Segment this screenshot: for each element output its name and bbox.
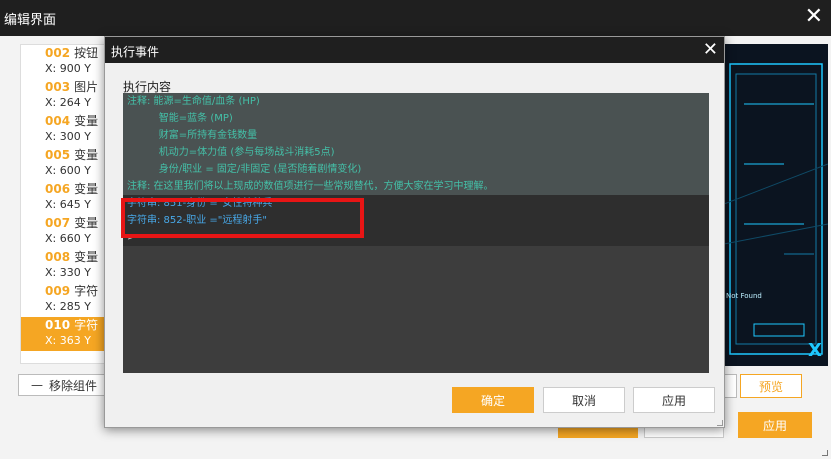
list-item[interactable]: 009 字符 X: 285 Y bbox=[21, 283, 115, 317]
code-line[interactable]: 智能=蓝条 (MP) bbox=[123, 110, 709, 127]
window-resize-grip[interactable] bbox=[822, 450, 828, 456]
dialog-title: 执行事件 bbox=[111, 45, 160, 59]
empty-line bbox=[123, 365, 709, 373]
empty-line bbox=[123, 331, 709, 348]
code-line[interactable]: 注释: 在这里我们将以上现成的数值项进行一些常规替代，方便大家在学习中理解。 bbox=[123, 178, 709, 195]
list-item-number: 008 bbox=[45, 250, 71, 264]
close-icon[interactable]: ✕ bbox=[805, 4, 823, 30]
list-item-name: 按钮 bbox=[74, 46, 99, 60]
list-item-name: 变量 bbox=[74, 182, 99, 196]
code-line[interactable]: 注释: 能源=生命值/血条 (HP) bbox=[123, 93, 709, 110]
list-item-name: 变量 bbox=[74, 114, 99, 128]
execute-event-dialog: 执行事件 ✕ 执行内容 注释: 能源=生命值/血条 (HP) 智能=蓝条 (MP… bbox=[104, 36, 725, 428]
preview-button[interactable]: 预览 bbox=[740, 374, 802, 398]
preview-x-logo: X bbox=[808, 340, 822, 361]
code-line[interactable]: 财富=所持有金钱数量 bbox=[123, 127, 709, 144]
minus-icon: — bbox=[31, 378, 43, 392]
list-item-number: 002 bbox=[45, 46, 71, 60]
list-item-number: 010 bbox=[45, 318, 71, 332]
list-item-number: 003 bbox=[45, 80, 71, 94]
list-item-number: 005 bbox=[45, 148, 71, 162]
close-icon[interactable]: ✕ bbox=[703, 39, 718, 61]
preview-notfound-text: Not Found bbox=[726, 292, 762, 300]
list-item-name: 字符 bbox=[74, 284, 99, 298]
list-item[interactable]: 007 变量 X: 660 Y bbox=[21, 215, 115, 249]
remove-component-button[interactable]: — 移除组件 bbox=[18, 374, 108, 396]
edit-window-titlebar: 编辑界面 ✕ bbox=[0, 0, 831, 36]
dialog-titlebar: 执行事件 ✕ bbox=[105, 37, 724, 63]
list-item-number: 004 bbox=[45, 114, 71, 128]
list-item-name: 变量 bbox=[74, 250, 99, 264]
remove-component-label: 移除组件 bbox=[49, 378, 98, 393]
apply-button[interactable]: 应用 bbox=[633, 387, 715, 413]
list-item-name: 变量 bbox=[74, 216, 99, 230]
empty-line bbox=[123, 246, 709, 263]
cancel-button[interactable]: 取消 bbox=[543, 387, 625, 413]
list-item-number: 006 bbox=[45, 182, 71, 196]
ok-button[interactable]: 确定 bbox=[452, 387, 534, 413]
annotation-highlight-box bbox=[121, 198, 364, 238]
list-item-name: 字符 bbox=[74, 318, 99, 332]
dialog-resize-grip[interactable] bbox=[717, 420, 723, 426]
preview-image: Not Found X bbox=[724, 44, 828, 366]
empty-line bbox=[123, 348, 709, 365]
empty-line bbox=[123, 280, 709, 297]
preview-frame-graphic bbox=[724, 63, 828, 355]
empty-line bbox=[123, 297, 709, 314]
list-item-number: 009 bbox=[45, 284, 71, 298]
code-line[interactable]: 身份/职业 = 固定/非固定 (是否随着剧情变化) bbox=[123, 161, 709, 178]
list-item[interactable]: 002 按钮 X: 900 Y bbox=[21, 45, 115, 79]
empty-line bbox=[123, 263, 709, 280]
empty-line bbox=[123, 314, 709, 331]
list-item[interactable]: 003 图片 X: 264 Y bbox=[21, 79, 115, 113]
component-list: 002 按钮 X: 900 Y 003 图片 X: 264 Y 004 变量 X: 300 Y0… bbox=[20, 44, 116, 364]
list-item[interactable]: 004 变量 X: 300 Y bbox=[21, 113, 115, 147]
list-item[interactable]: 008 变量 X: 330 Y bbox=[21, 249, 115, 283]
list-item[interactable]: 005 变量 X: 600 Y bbox=[21, 147, 115, 181]
list-item[interactable]: 010 字符 X: 363 Y bbox=[21, 317, 115, 351]
edit-window-title: 编辑界面 bbox=[4, 13, 57, 28]
code-line[interactable]: 机动力=体力值 (参与每场战斗消耗5点) bbox=[123, 144, 709, 161]
list-item-name: 变量 bbox=[74, 148, 99, 162]
list-item-name: 图片 bbox=[74, 80, 99, 94]
outer-apply-button[interactable]: 应用 bbox=[738, 412, 812, 438]
list-item[interactable]: 006 变量 X: 645 Y bbox=[21, 181, 115, 215]
list-item-number: 007 bbox=[45, 216, 71, 230]
